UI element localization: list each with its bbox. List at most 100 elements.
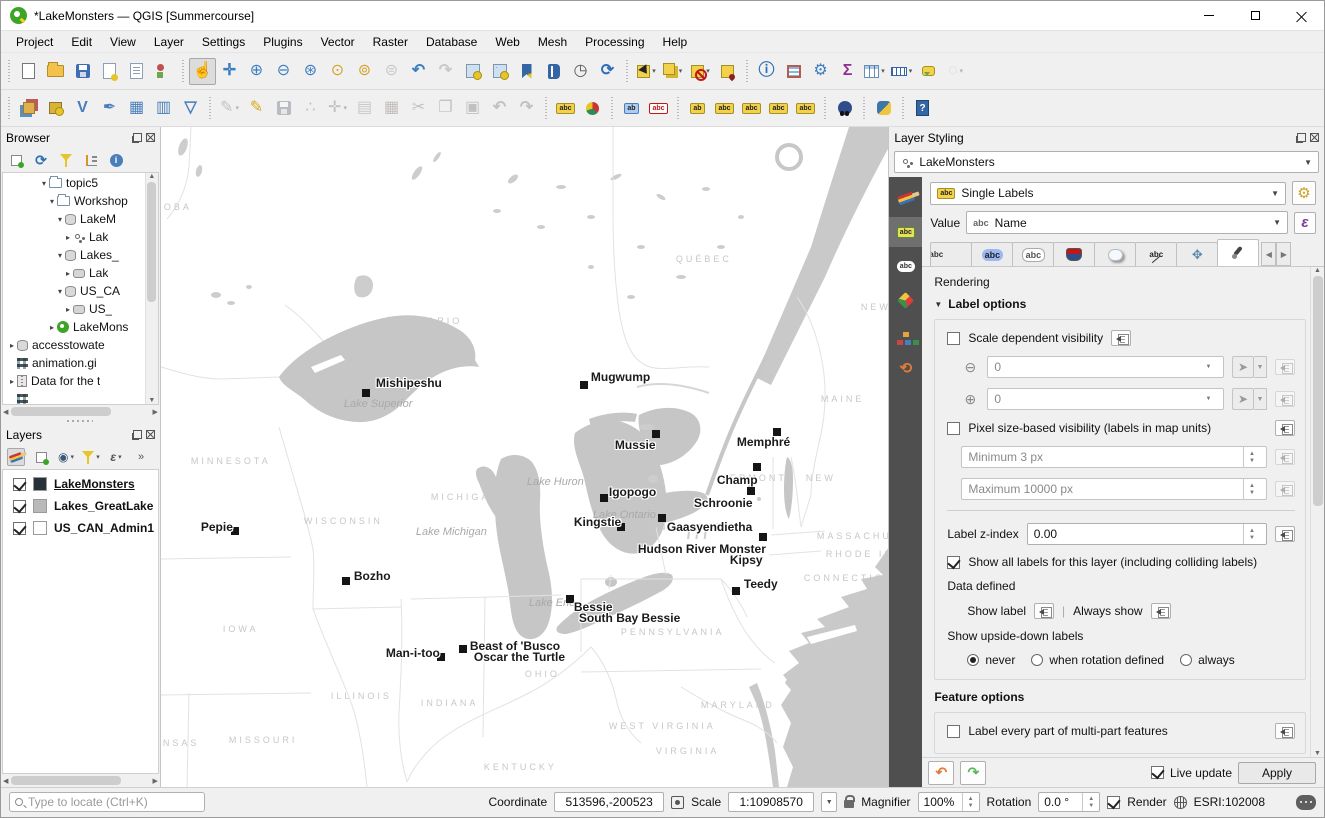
expander-icon[interactable]: ▸ xyxy=(7,377,17,386)
browser-item-partial[interactable] xyxy=(3,390,145,404)
styling-layer-select[interactable]: LakeMonsters ▼ xyxy=(894,151,1319,173)
browser-item-us-[interactable]: ▸US_ xyxy=(3,300,145,318)
toolbar-grip[interactable] xyxy=(822,97,828,119)
menu-view[interactable]: View xyxy=(101,32,145,52)
toolbar-grip[interactable] xyxy=(624,60,630,82)
styling-undo-button[interactable]: ↶ xyxy=(928,761,954,785)
zoom-to-selection-button[interactable]: ⊙ xyxy=(324,58,351,85)
select-features-by-value-button[interactable]: ▾ xyxy=(660,58,687,85)
menu-edit[interactable]: Edit xyxy=(62,32,101,52)
browser-refresh-button[interactable]: ⟳ xyxy=(32,151,50,169)
scale-dropdown-button[interactable]: ▼ xyxy=(821,792,837,812)
select-by-location-button[interactable] xyxy=(714,58,741,85)
layers-overflow-button[interactable]: » xyxy=(132,448,150,466)
map-tips-button[interactable] xyxy=(915,58,942,85)
toolbar-grip[interactable] xyxy=(207,97,213,119)
scrollbar-thumb[interactable] xyxy=(1313,276,1323,506)
menu-web[interactable]: Web xyxy=(486,32,528,52)
menu-vector[interactable]: Vector xyxy=(312,32,364,52)
styling-vertical-scrollbar[interactable]: ▲▼ xyxy=(1310,267,1324,757)
data-defined-override-button[interactable] xyxy=(1111,330,1131,346)
tab-buffer[interactable]: abc xyxy=(971,242,1013,266)
styling-tab-3d-view[interactable] xyxy=(889,285,922,315)
toolbar-grip[interactable] xyxy=(6,60,12,82)
browser-float-icon[interactable] xyxy=(133,133,142,142)
toolbar-grip[interactable] xyxy=(900,97,906,119)
minimize-button[interactable] xyxy=(1186,1,1232,30)
styling-tab-mask[interactable]: abc xyxy=(889,251,922,281)
expander-icon[interactable]: ▾ xyxy=(47,197,57,206)
browser-item-data-for-the-t[interactable]: ▸Data for the t xyxy=(3,372,145,390)
zoom-out-button[interactable]: ⊖ xyxy=(270,58,297,85)
browser-filter-button[interactable] xyxy=(57,151,75,169)
layer-visibility-checkbox[interactable] xyxy=(13,500,26,513)
pan-to-selection-button[interactable]: ✛ xyxy=(216,58,243,85)
data-defined-override-button[interactable] xyxy=(1151,603,1171,619)
open-layer-styling-button[interactable] xyxy=(7,448,25,466)
browser-item-animation-gi[interactable]: animation.gi xyxy=(3,354,145,372)
map-canvas[interactable]: OBAONTARIOQUÉBECMAINENEW BMINNESOTAWISCO… xyxy=(161,127,888,787)
sum-features-button[interactable]: Σ xyxy=(834,58,861,85)
zoom-last-button[interactable]: ↶ xyxy=(405,58,432,85)
crs-globe-icon[interactable] xyxy=(1174,796,1187,809)
browser-item-lak[interactable]: ▸Lak xyxy=(3,264,145,282)
menu-database[interactable]: Database xyxy=(417,32,486,52)
scroll-left-icon[interactable]: ◀ xyxy=(3,408,8,416)
help-button[interactable]: ? xyxy=(909,95,936,122)
magnifier-input[interactable]: 100%▲▼ xyxy=(918,792,980,812)
layers-float-icon[interactable] xyxy=(133,430,142,439)
new-gpx-layer-button[interactable]: ▥ xyxy=(150,95,177,122)
menu-project[interactable]: Project xyxy=(7,32,62,52)
expander-icon[interactable]: ▾ xyxy=(55,215,65,224)
browser-add-layers-button[interactable] xyxy=(7,151,25,169)
styling-float-icon[interactable] xyxy=(1297,133,1306,142)
scrollbar-thumb[interactable] xyxy=(11,407,111,416)
refresh-map-button[interactable]: ⟳ xyxy=(594,58,621,85)
browser-item-workshop[interactable]: ▾Workshop xyxy=(3,192,145,210)
temporal-controller-button[interactable]: ◷ xyxy=(567,58,594,85)
lock-icon[interactable] xyxy=(844,800,854,808)
show-bookmarks-button[interactable] xyxy=(540,58,567,85)
scroll-down-icon[interactable]: ▼ xyxy=(148,397,155,404)
pin-labels-button[interactable]: ab xyxy=(618,95,645,122)
select-features-button[interactable]: ▾ xyxy=(633,58,660,85)
tabs-scroll-left-button[interactable]: ◀ xyxy=(1261,242,1276,266)
live-update-checkbox[interactable] xyxy=(1151,766,1164,779)
show-hide-labels-button[interactable]: abc xyxy=(711,95,738,122)
scroll-down-icon[interactable]: ▼ xyxy=(1314,750,1321,757)
scale-select[interactable]: 1:10908570 xyxy=(728,792,814,812)
browser-item-lakem[interactable]: ▾LakeM xyxy=(3,210,145,228)
expander-icon[interactable]: ▸ xyxy=(47,323,57,332)
new-project-button[interactable] xyxy=(15,58,42,85)
browser-item-lak[interactable]: ▸Lak xyxy=(3,228,145,246)
data-source-manager-button[interactable] xyxy=(15,95,42,122)
label-mode-select[interactable]: abc Single Labels ▼ xyxy=(930,182,1286,205)
toolbar-grip[interactable] xyxy=(861,97,867,119)
maximize-button[interactable] xyxy=(1232,1,1278,30)
new-virtual-layer-button[interactable]: ▽ xyxy=(177,95,204,122)
scroll-left-icon[interactable]: ◀ xyxy=(3,777,8,785)
deselect-features-button[interactable]: ▾ xyxy=(687,58,714,85)
browser-horizontal-scrollbar[interactable]: ◀▶ xyxy=(1,405,160,418)
browser-collapse-all-button[interactable] xyxy=(82,151,100,169)
pan-map-button[interactable]: ☝ xyxy=(189,58,216,85)
change-label-button[interactable]: abc xyxy=(792,95,819,122)
when-rotation-radio[interactable] xyxy=(1031,654,1043,666)
data-defined-override-button[interactable] xyxy=(1275,420,1295,436)
layer-row-lakes-greatlake[interactable]: Lakes_GreatLake xyxy=(3,495,158,517)
expander-icon[interactable]: ▾ xyxy=(55,287,65,296)
expander-icon[interactable]: ▸ xyxy=(63,305,73,314)
browser-vertical-scrollbar[interactable]: ▲▼ xyxy=(145,173,158,404)
data-defined-override-button[interactable] xyxy=(1275,723,1295,739)
expander-icon[interactable]: ▾ xyxy=(55,251,65,260)
toolbar-grip[interactable] xyxy=(543,97,549,119)
show-all-labels-checkbox[interactable] xyxy=(947,556,960,569)
identify-features-button[interactable]: ⓘ xyxy=(753,58,780,85)
rotate-label-button[interactable]: abc xyxy=(765,95,792,122)
processing-toolbox-button[interactable]: ⚙ xyxy=(807,58,834,85)
tabs-scroll-right-button[interactable]: ▶ xyxy=(1276,242,1291,266)
toolbar-grip[interactable] xyxy=(744,60,750,82)
open-project-button[interactable] xyxy=(42,58,69,85)
browser-item-lakemons[interactable]: ▸LakeMons xyxy=(3,318,145,336)
measure-button[interactable]: ▾ xyxy=(888,58,915,85)
